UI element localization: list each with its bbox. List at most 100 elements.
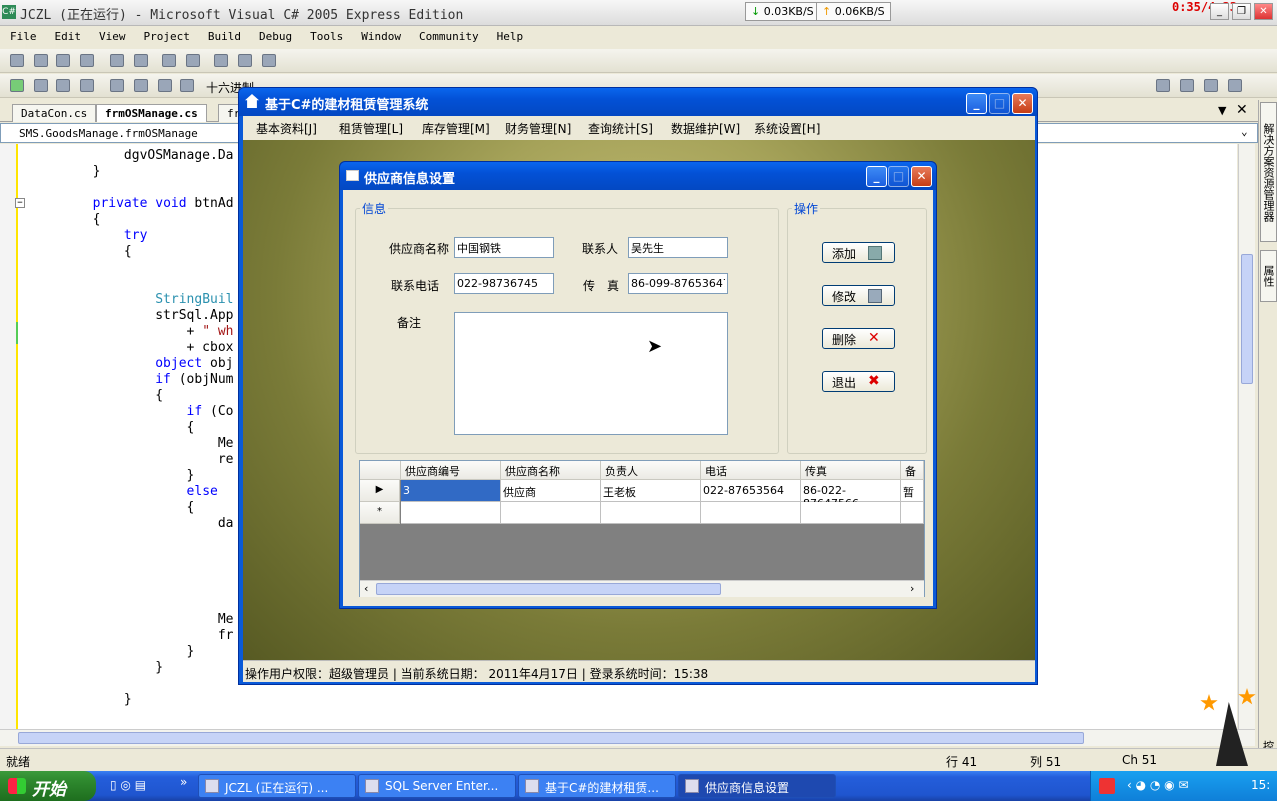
code-line[interactable]: Me bbox=[30, 612, 234, 628]
pointer-icon[interactable] bbox=[56, 54, 70, 67]
quick-launch-icons[interactable]: ▯ ◎ ▤ bbox=[110, 778, 146, 792]
solution-explorer-icon[interactable] bbox=[1156, 79, 1170, 92]
exit-button[interactable]: 退出 ✖ bbox=[822, 371, 895, 392]
hscroll-thumb[interactable] bbox=[18, 732, 1084, 744]
tray-icons[interactable]: ‹ ◕ ◔ ◉ ✉ bbox=[1127, 778, 1189, 792]
menu-help[interactable]: Help bbox=[487, 27, 532, 43]
new-row-cell[interactable] bbox=[601, 502, 701, 524]
col-header-remark[interactable]: 备注 bbox=[901, 461, 924, 480]
vs-close-button[interactable]: ✕ bbox=[1254, 3, 1273, 20]
add-button[interactable]: 添加 bbox=[822, 242, 895, 263]
breakpoint-icon[interactable] bbox=[180, 79, 194, 92]
new-row-cell[interactable] bbox=[501, 502, 601, 524]
properties-tab[interactable]: 属性 bbox=[1260, 250, 1277, 302]
new-row-cell[interactable] bbox=[401, 502, 501, 524]
tab-close-icon[interactable]: ✕ bbox=[1236, 102, 1248, 118]
tab-dropdown-icon[interactable]: ▼ bbox=[1218, 104, 1226, 117]
menu-system-settings[interactable]: 系统设置[H] bbox=[754, 120, 820, 137]
bookmark-icon[interactable] bbox=[214, 54, 228, 67]
menu-project[interactable]: Project bbox=[134, 27, 198, 43]
menu-inventory[interactable]: 库存管理[M] bbox=[422, 120, 490, 137]
code-line[interactable]: } bbox=[30, 692, 132, 708]
fax-input[interactable] bbox=[628, 273, 728, 294]
solution-explorer-tab[interactable]: 解决方案资源管理器 bbox=[1260, 102, 1277, 242]
code-line[interactable]: { bbox=[30, 388, 163, 404]
menu-basic-data[interactable]: 基本资料[J] bbox=[256, 120, 317, 137]
font-icon[interactable] bbox=[80, 54, 94, 67]
supplier-grid[interactable]: 供应商编号 供应商名称 负责人 电话 传真 备注 ▶ 3 供应商 王老板 022… bbox=[359, 460, 925, 597]
code-line[interactable]: da bbox=[30, 516, 234, 532]
code-line[interactable]: { bbox=[30, 420, 195, 436]
grid-scroll-thumb[interactable] bbox=[376, 583, 721, 595]
col-header-supplier-id[interactable]: 供应商编号 bbox=[401, 461, 501, 480]
code-line[interactable]: re bbox=[30, 452, 234, 468]
dialog-close-button[interactable]: ✕ bbox=[911, 166, 932, 187]
col-header-phone[interactable]: 电话 bbox=[701, 461, 801, 480]
tab-frmosmanage[interactable]: frmOSManage.cs bbox=[96, 104, 207, 122]
toolbox-icon[interactable] bbox=[1204, 79, 1218, 92]
new-row-cell[interactable] bbox=[801, 502, 901, 524]
chevron-down-icon[interactable]: ⌄ bbox=[1241, 125, 1248, 138]
code-line[interactable]: strSql.App bbox=[30, 308, 233, 324]
cell-supplier-id[interactable]: 3 bbox=[401, 480, 501, 502]
remark-textarea[interactable] bbox=[454, 312, 728, 435]
menu-file[interactable]: File bbox=[0, 27, 45, 43]
copy-icon[interactable] bbox=[34, 54, 48, 67]
step-out-icon[interactable] bbox=[158, 79, 172, 92]
tab-datacon[interactable]: DataCon.cs bbox=[12, 104, 97, 122]
restart-icon[interactable] bbox=[80, 79, 94, 92]
scroll-left-icon[interactable]: ‹ bbox=[364, 582, 368, 595]
menu-finance[interactable]: 财务管理[N] bbox=[505, 120, 571, 137]
code-line[interactable]: dgvOSManage.Da bbox=[30, 148, 234, 164]
next-bookmark-icon[interactable] bbox=[262, 54, 276, 67]
taskbar-dialog[interactable]: 供应商信息设置 bbox=[678, 774, 836, 798]
app-close-button[interactable]: ✕ bbox=[1012, 93, 1033, 114]
app-minimize-button[interactable]: _ bbox=[966, 93, 987, 114]
delete-button[interactable]: 删除 ✕ bbox=[822, 328, 895, 349]
taskbar-sqlserver[interactable]: SQL Server Enter... bbox=[358, 774, 516, 798]
code-line[interactable]: { bbox=[30, 244, 132, 260]
new-row-cell[interactable] bbox=[701, 502, 801, 524]
dialog-maximize-button[interactable]: □ bbox=[888, 166, 909, 187]
taskbar-app[interactable]: 基于C#的建材租赁... bbox=[518, 774, 676, 798]
col-header-manager[interactable]: 负责人 bbox=[601, 461, 701, 480]
comment-icon[interactable] bbox=[162, 54, 176, 67]
code-line[interactable]: { bbox=[30, 212, 101, 228]
col-header-supplier-name[interactable]: 供应商名称 bbox=[501, 461, 601, 480]
menu-tools[interactable]: Tools bbox=[300, 27, 351, 43]
outdent-icon[interactable] bbox=[134, 54, 148, 67]
cell-remark[interactable]: 暂无 bbox=[901, 480, 924, 502]
code-line[interactable]: Me bbox=[30, 436, 234, 452]
menu-debug[interactable]: Debug bbox=[249, 27, 300, 43]
start-button[interactable]: 开始 bbox=[0, 771, 96, 801]
phone-input[interactable] bbox=[454, 273, 554, 294]
cell-manager[interactable]: 王老板 bbox=[601, 480, 701, 502]
menu-rental[interactable]: 租赁管理[L] bbox=[339, 120, 403, 137]
quick-launch-expand-icon[interactable]: » bbox=[180, 775, 187, 789]
editor-vertical-scrollbar[interactable] bbox=[1238, 144, 1255, 729]
code-line[interactable]: { bbox=[30, 500, 195, 516]
continue-icon[interactable] bbox=[10, 79, 24, 92]
new-row-cell[interactable] bbox=[901, 502, 924, 524]
menu-view[interactable]: View bbox=[89, 27, 134, 43]
pause-icon[interactable] bbox=[34, 79, 48, 92]
code-line[interactable]: try bbox=[30, 228, 147, 244]
step-over-icon[interactable] bbox=[110, 79, 124, 92]
uncomment-icon[interactable] bbox=[186, 54, 200, 67]
col-header-fax[interactable]: 传真 bbox=[801, 461, 901, 480]
indent-icon[interactable] bbox=[110, 54, 124, 67]
scroll-right-icon[interactable]: › bbox=[910, 582, 914, 595]
edit-button[interactable]: 修改 bbox=[822, 285, 895, 306]
cell-phone[interactable]: 022-87653564 bbox=[701, 480, 801, 502]
tools-icon[interactable] bbox=[1228, 79, 1242, 92]
code-line[interactable]: } bbox=[30, 644, 195, 660]
code-line[interactable]: if (Co bbox=[30, 404, 234, 420]
dialog-minimize-button[interactable]: _ bbox=[866, 166, 887, 187]
code-line[interactable]: object obj bbox=[30, 356, 233, 372]
step-into-icon[interactable] bbox=[134, 79, 148, 92]
menu-community[interactable]: Community bbox=[409, 27, 487, 43]
code-line[interactable]: StringBuil bbox=[30, 292, 233, 308]
code-line[interactable]: } bbox=[30, 660, 163, 676]
taskbar-vs[interactable]: JCZL (正在运行) ... bbox=[198, 774, 356, 798]
supplier-name-input[interactable] bbox=[454, 237, 554, 258]
